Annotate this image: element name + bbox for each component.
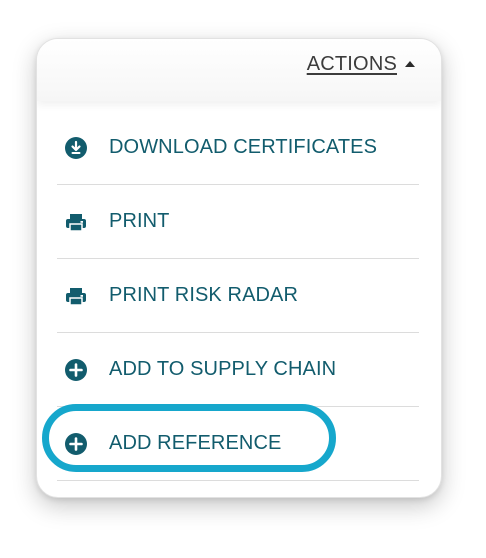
menu-item-label: PRINT <box>109 210 170 232</box>
actions-toggle-label[interactable]: ACTIONS <box>307 53 397 76</box>
caret-up-icon[interactable] <box>405 60 415 67</box>
actions-toggle-button[interactable]: ACTIONS <box>307 53 415 76</box>
menu-item-label: ADD REFERENCE <box>109 432 282 454</box>
menu-item-label: DOWNLOAD CERTIFICATES <box>109 136 378 158</box>
menu-item-add-reference[interactable]: ADD REFERENCE <box>57 407 419 481</box>
actions-dropdown-panel: ACTIONS DOWNLOAD CERTIFICATES PRINT PRIN… <box>36 38 442 498</box>
printer-icon <box>66 213 86 232</box>
menu-item-print[interactable]: PRINT <box>57 185 419 259</box>
printer-icon <box>66 287 86 306</box>
menu-item-label: PRINT RISK RADAR <box>109 284 299 306</box>
download-circle-icon <box>65 136 87 159</box>
menu-item-add-to-supply-chain[interactable]: ADD TO SUPPLY CHAIN <box>57 333 419 407</box>
plus-circle-icon <box>65 358 87 381</box>
actions-dropdown-header: ACTIONS <box>37 39 441 101</box>
menu-item-download-certificates[interactable]: DOWNLOAD CERTIFICATES <box>57 111 419 185</box>
menu-item-print-risk-radar[interactable]: PRINT RISK RADAR <box>57 259 419 333</box>
plus-circle-icon <box>65 432 87 455</box>
actions-menu-list: DOWNLOAD CERTIFICATES PRINT PRINT RISK R… <box>57 111 419 481</box>
menu-item-label: ADD TO SUPPLY CHAIN <box>109 358 337 380</box>
